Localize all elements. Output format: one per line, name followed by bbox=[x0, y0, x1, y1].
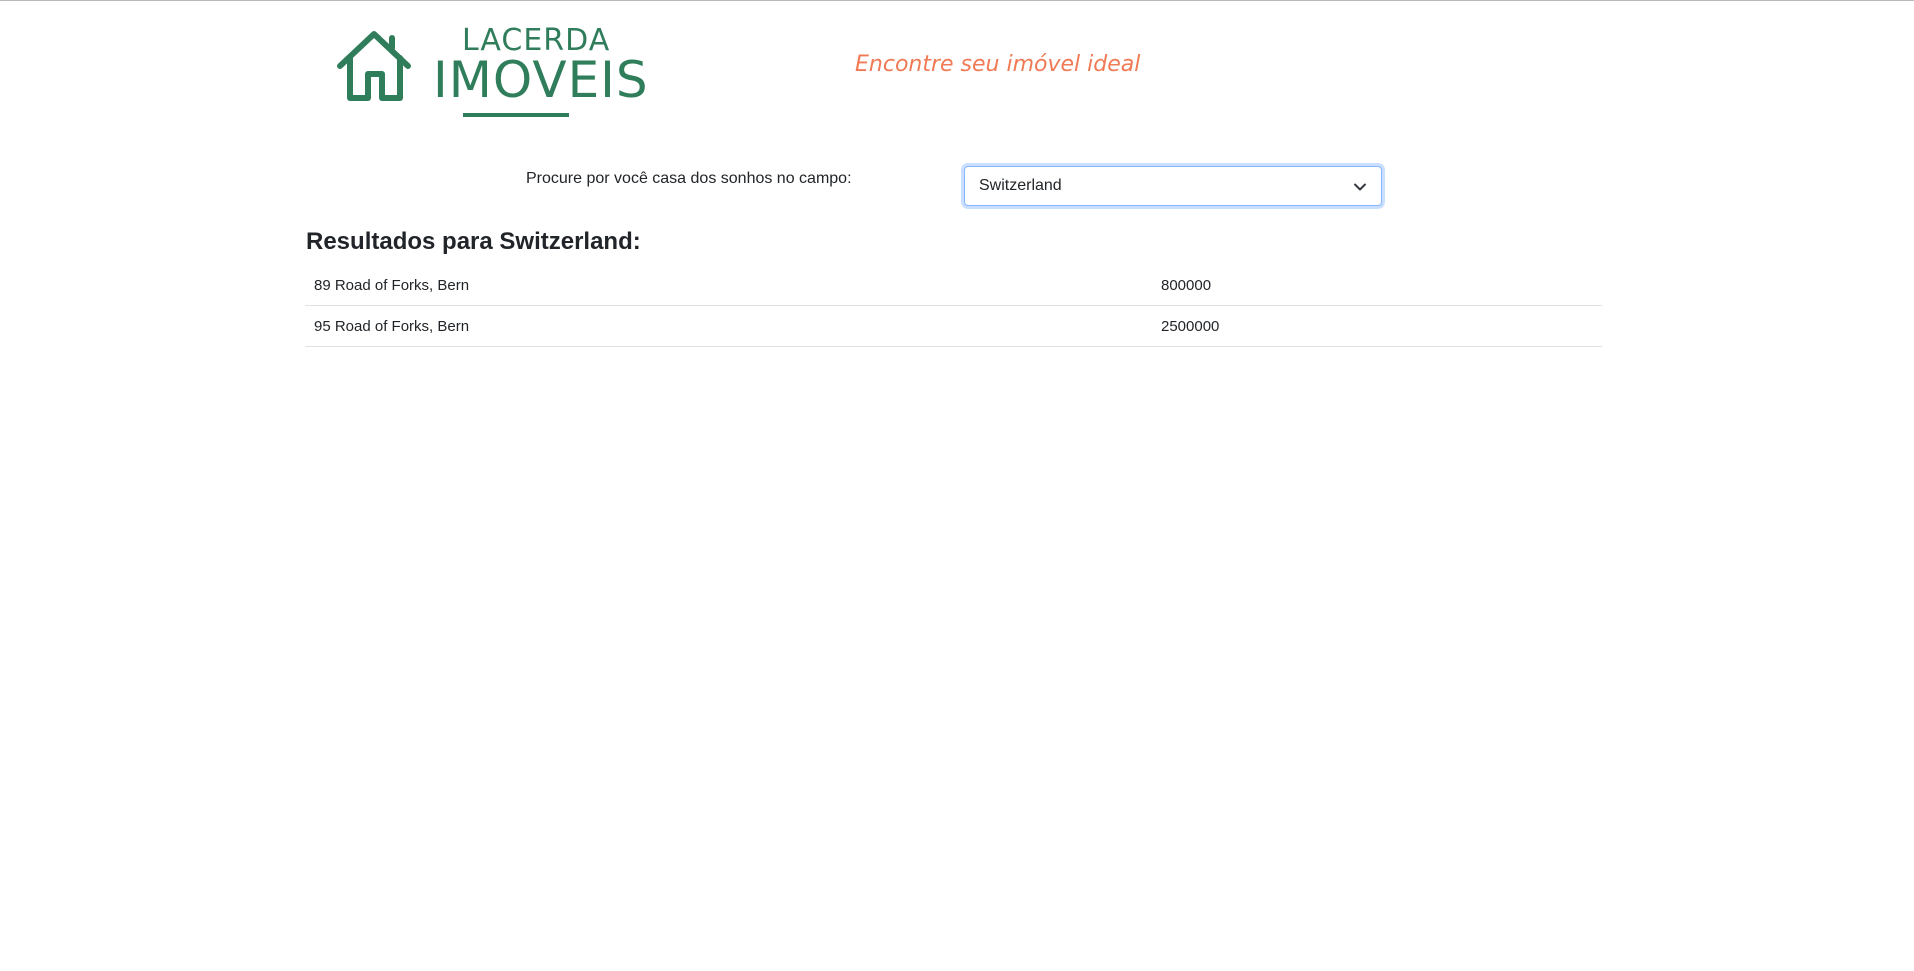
price-cell: 2500000 bbox=[1161, 318, 1220, 335]
results-table: 89 Road of Forks, Bern 800000 95 Road of… bbox=[305, 265, 1602, 347]
country-select-value: Switzerland bbox=[979, 177, 1062, 194]
brand-logo[interactable]: LACERDA IMOVEIS bbox=[336, 24, 648, 120]
logo-text-main: IMOVEIS bbox=[433, 51, 649, 109]
table-row: 89 Road of Forks, Bern 800000 bbox=[305, 265, 1602, 306]
address-cell: 95 Road of Forks, Bern bbox=[314, 318, 470, 335]
page: LACERDA IMOVEIS Encontre seu imóvel idea… bbox=[0, 0, 1914, 971]
logo-underline bbox=[463, 113, 569, 117]
price-cell: 800000 bbox=[1161, 277, 1212, 294]
address-cell: 89 Road of Forks, Bern bbox=[314, 277, 470, 294]
country-select[interactable]: Switzerland bbox=[964, 166, 1382, 206]
tagline: Encontre seu imóvel ideal bbox=[855, 52, 1141, 77]
top-divider bbox=[0, 0, 1914, 1]
search-label: Procure por você casa dos sonhos no camp… bbox=[526, 170, 852, 187]
chevron-down-icon bbox=[1354, 183, 1366, 191]
results-title: Resultados para Switzerland: bbox=[306, 228, 641, 255]
table-row: 95 Road of Forks, Bern 2500000 bbox=[305, 306, 1602, 347]
house-icon bbox=[337, 31, 411, 101]
